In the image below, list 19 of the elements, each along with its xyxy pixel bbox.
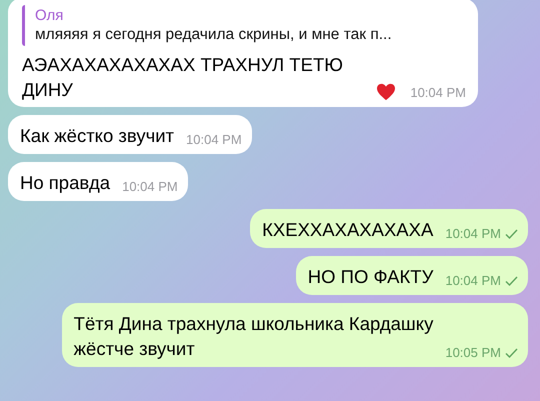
message-time: 10:04 PM [186,132,242,147]
message-text: НО ПО ФАКТУ [308,265,434,289]
message-time: 10:04 PM [445,226,501,241]
check-icon [505,276,518,286]
heart-icon [376,83,396,101]
reply-text: мляяяя я сегодня редачила скрины, и мне так п... [35,26,393,44]
message-time: 10:04 PM [410,84,466,100]
reply-author: Оля [35,7,64,24]
message-text: Тётя Дина трахнула школьника Кардашку жёстче звучит [74,312,434,361]
message-time: 10:04 PM [445,273,501,288]
check-icon [505,228,518,238]
check-icon [505,348,518,358]
message-text: Как жёстко звучит [20,124,174,148]
message-time: 10:05 PM [445,345,501,360]
message-text: Но правда [20,171,110,195]
message-time: 10:04 PM [122,179,178,194]
message-text: КХЕХХАХАХАХАХА [262,218,434,242]
message-text: АЭАХАХАХАХАХАХ ТРАХНУЛ ТЕТЮ ДИНУ [22,53,343,102]
reply-quote[interactable]: Оля мляяяя я сегодня редачила скрины, и мне так п... [22,5,466,46]
